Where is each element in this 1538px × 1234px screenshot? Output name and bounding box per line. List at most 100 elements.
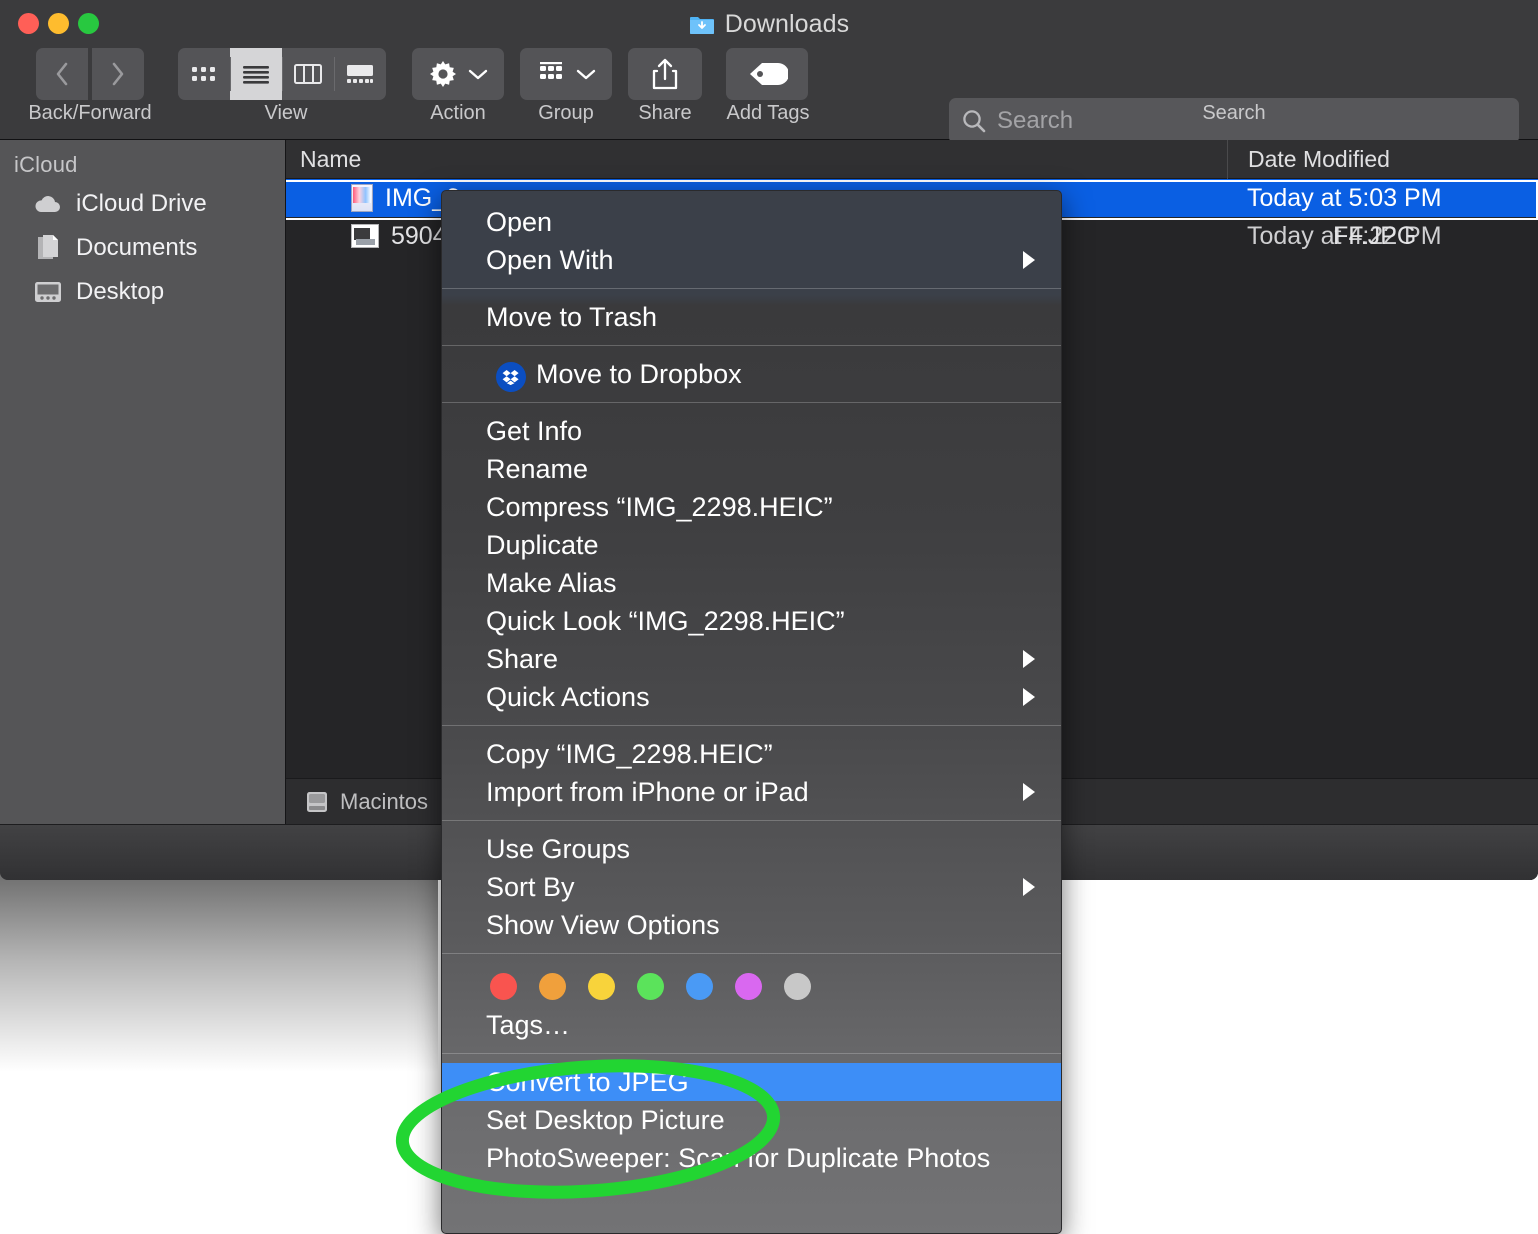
column-header-name[interactable]: Name (286, 140, 1227, 179)
purple-tag-button[interactable] (735, 973, 762, 1000)
menu-item-duplicate[interactable]: Duplicate (442, 526, 1061, 564)
menu-item-label: Rename (486, 453, 589, 484)
menu-item-set-desktop-picture[interactable]: Set Desktop Picture (442, 1101, 1061, 1139)
path-segment-macintosh-hd[interactable]: Macintos (286, 779, 446, 825)
add-tags-group (726, 48, 808, 100)
chevron-left-icon (56, 62, 68, 86)
yellow-tag-button[interactable] (588, 973, 615, 1000)
menu-item-label: Quick Look “IMG_2298.HEIC” (486, 605, 845, 636)
menu-item-label: Set Desktop Picture (486, 1104, 725, 1135)
toolbar-label-search: Search (1202, 102, 1266, 124)
menu-item-rename[interactable]: Rename (442, 450, 1061, 488)
back-button[interactable] (36, 48, 88, 100)
menu-item-label: Move to Dropbox (536, 358, 742, 389)
forward-button[interactable] (92, 48, 144, 100)
menu-item-open-with[interactable]: Open With (442, 241, 1061, 279)
red-tag-button[interactable] (490, 973, 517, 1000)
menu-item-label: Import from iPhone or iPad (486, 776, 809, 807)
tag-color-row (442, 963, 1061, 1006)
share-group (628, 48, 702, 100)
icon-view-icon (192, 67, 215, 81)
menu-item-quick-actions[interactable]: Quick Actions (442, 678, 1061, 716)
gallery-view-button[interactable] (334, 48, 386, 100)
list-view-button[interactable] (230, 48, 282, 100)
menu-separator (442, 820, 1061, 821)
documents-icon (32, 234, 64, 262)
path-segment-label: Macintos (340, 788, 429, 814)
group-grid-icon (540, 62, 562, 79)
submenu-arrow-icon (1023, 878, 1035, 896)
menu-item-label: Copy “IMG_2298.HEIC” (486, 738, 773, 769)
toolbar-label-group: Group (538, 102, 594, 124)
file-name-suffix: FF.JPG (1333, 221, 1417, 250)
orange-tag-button[interactable] (539, 973, 566, 1000)
list-view-icon (243, 66, 269, 84)
toolbar-label-share: Share (638, 102, 692, 124)
sidebar-item-desktop[interactable]: Desktop (0, 270, 285, 314)
add-tags-button[interactable] (726, 48, 808, 100)
gray-tag-button[interactable] (784, 973, 811, 1000)
menu-item-tags[interactable]: Tags… (442, 1006, 1061, 1044)
heic-thumbnail-icon (351, 184, 373, 212)
dropbox-icon (496, 362, 526, 392)
sidebar: iCloud iCloud Drive Documents Desktop (0, 140, 286, 880)
blue-tag-button[interactable] (686, 973, 713, 1000)
menu-item-make-alias[interactable]: Make Alias (442, 564, 1061, 602)
menu-item-label: Share (486, 643, 559, 674)
sidebar-item-label: Desktop (76, 278, 165, 305)
menu-item-label: Open With (486, 244, 614, 275)
submenu-arrow-icon (1023, 650, 1035, 668)
jpg-thumbnail-icon (351, 224, 379, 248)
chevron-right-icon (112, 62, 124, 86)
menu-separator (442, 953, 1061, 954)
hard-disk-icon (307, 791, 327, 812)
share-button[interactable] (628, 48, 702, 100)
view-mode-group (178, 48, 386, 100)
page-title: Downloads (724, 9, 850, 38)
group-group (520, 48, 612, 100)
green-tag-button[interactable] (637, 973, 664, 1000)
sidebar-item-icloud-drive[interactable]: iCloud Drive (0, 182, 285, 226)
icon-view-button[interactable] (178, 48, 230, 100)
submenu-arrow-icon (1023, 783, 1035, 801)
menu-item-compress[interactable]: Compress “IMG_2298.HEIC” (442, 488, 1061, 526)
column-view-button[interactable] (282, 48, 334, 100)
menu-item-open[interactable]: Open (442, 203, 1061, 241)
toolbar-label-view: View (264, 102, 308, 124)
file-date-cell: FF.JPG Today at 4:22 PM (1227, 222, 1538, 251)
chevron-down-icon (468, 69, 488, 79)
menu-separator (442, 402, 1061, 403)
cloud-icon (32, 190, 64, 218)
action-button[interactable] (412, 48, 504, 100)
menu-item-get-info[interactable]: Get Info (442, 412, 1061, 450)
menu-item-show-view-options[interactable]: Show View Options (442, 906, 1061, 944)
menu-item-quick-look[interactable]: Quick Look “IMG_2298.HEIC” (442, 602, 1061, 640)
column-header-date-modified[interactable]: Date Modified (1227, 139, 1538, 179)
share-icon (652, 58, 678, 90)
menu-item-label: Make Alias (486, 567, 617, 598)
gallery-view-icon (347, 65, 373, 83)
menu-item-label: Compress “IMG_2298.HEIC” (486, 491, 833, 522)
menu-item-share[interactable]: Share (442, 640, 1061, 678)
screen: Downloads Search Back/Forward View Actio… (0, 0, 1538, 1234)
menu-item-label: Get Info (486, 415, 583, 446)
column-view-icon (294, 64, 322, 84)
file-date-cell: Today at 5:03 PM (1247, 183, 1442, 212)
menu-item-label: Tags… (486, 1009, 571, 1040)
toolbar-controls: Search (0, 48, 1538, 144)
menu-item-convert-to-jpeg[interactable]: Convert to JPEG (442, 1063, 1061, 1101)
group-button[interactable] (520, 48, 612, 100)
menu-item-photosweeper-scan[interactable]: PhotoSweeper: Scan for Duplicate Photos (442, 1139, 1061, 1177)
file-name-label: 5904 (391, 221, 447, 250)
menu-item-sort-by[interactable]: Sort By (442, 868, 1061, 906)
menu-item-label: Quick Actions (486, 681, 650, 712)
menu-item-use-groups[interactable]: Use Groups (442, 830, 1061, 868)
sidebar-item-documents[interactable]: Documents (0, 226, 285, 270)
menu-item-copy[interactable]: Copy “IMG_2298.HEIC” (442, 735, 1061, 773)
file-list-column-headers: Name Date Modified (286, 139, 1538, 179)
menu-separator (442, 345, 1061, 346)
menu-item-import-from-iphone[interactable]: Import from iPhone or iPad (442, 773, 1061, 811)
menu-item-move-to-trash[interactable]: Move to Trash (442, 298, 1061, 336)
chevron-down-icon (576, 69, 596, 79)
menu-item-move-to-dropbox[interactable]: Move to Dropbox (442, 355, 1061, 393)
